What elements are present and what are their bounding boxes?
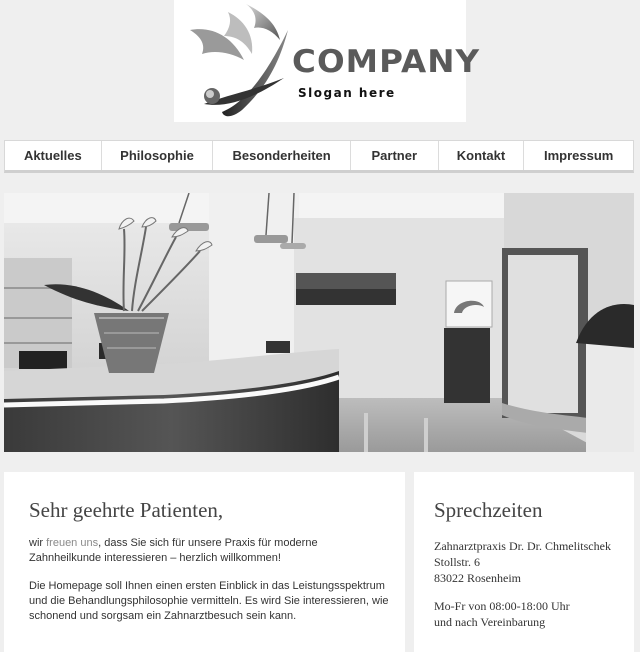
- welcome-p1-before: wir: [29, 537, 47, 549]
- nav-item-impressum[interactable]: Impressum: [524, 141, 633, 170]
- reception-illustration: [4, 193, 634, 452]
- nav-item-aktuelles[interactable]: Aktuelles: [5, 141, 102, 170]
- nav-item-kontakt[interactable]: Kontakt: [439, 141, 525, 170]
- welcome-panel: Sehr geehrte Patienten, wir freuen uns, …: [4, 472, 405, 652]
- nav-item-besonderheiten[interactable]: Besonderheiten: [213, 141, 351, 170]
- logo-company-text: COMPANY: [292, 44, 481, 80]
- main-navigation: Aktuelles Philosophie Besonderheiten Par…: [4, 140, 634, 173]
- practice-name: Zahnarztpraxis Dr. Dr. Chmelitschek: [434, 539, 611, 553]
- freuen-uns-link[interactable]: freuen uns: [46, 537, 98, 549]
- nav-item-partner[interactable]: Partner: [351, 141, 439, 170]
- logo-slogan-text: Slogan here: [298, 86, 396, 100]
- hours-title: Sprechzeiten: [434, 498, 543, 522]
- opening-times: Mo-Fr von 08:00-18:00 Uhr: [434, 599, 570, 613]
- welcome-paragraph-1: wir freuen uns, dass Sie sich für unsere…: [29, 536, 389, 566]
- practice-city: 83022 Rosenheim: [434, 571, 521, 585]
- welcome-title: Sehr geehrte Patienten,: [29, 498, 224, 522]
- welcome-paragraph-2: Die Homepage soll Ihnen einen ersten Ein…: [29, 580, 389, 622]
- appointment-note: und nach Vereinbarung: [434, 615, 546, 629]
- hero-reception-image: [4, 193, 634, 452]
- logo-swirl-icon: [190, 4, 288, 117]
- nav-item-philosophie[interactable]: Philosophie: [102, 141, 214, 170]
- company-logo[interactable]: COMPANY Slogan here: [174, 0, 479, 122]
- practice-street: Stollstr. 6: [434, 555, 481, 569]
- opening-hours-panel: Sprechzeiten Zahnarztpraxis Dr. Dr. Chme…: [414, 472, 634, 652]
